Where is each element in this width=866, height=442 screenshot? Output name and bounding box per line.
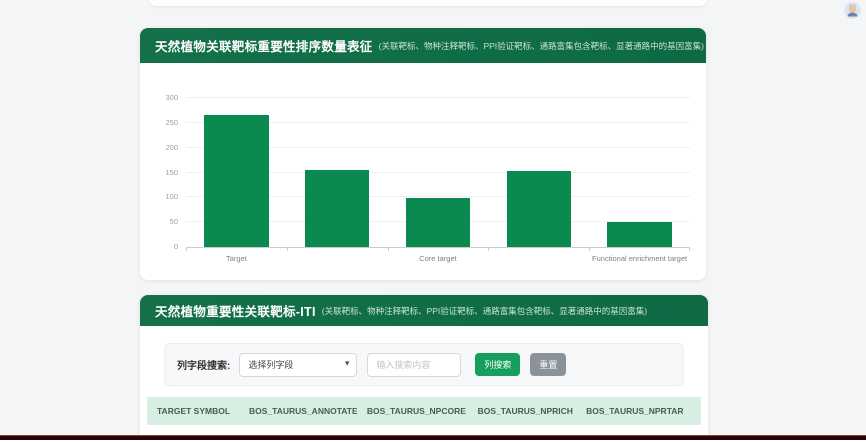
page: 天然植物关联靶标重要性排序数量表征 (关联靶标、物种注释靶标、PPI验证靶标、通… [0,0,866,442]
user-avatar[interactable] [845,3,860,18]
column-field-select-value: 选择列字段 [248,358,293,371]
chart-bar [607,222,672,247]
column-header: BOS_TAURUS_ANNOTATE [239,397,357,425]
y-axis-tick-label: 150 [152,168,178,177]
y-axis-tick-label: 0 [152,242,178,251]
x-axis-tick [689,247,690,251]
x-axis-label: Functional enrichment target [589,254,690,263]
scrolled-card-edge [150,0,706,6]
chevron-down-icon: ▾ [345,358,350,369]
screen-edge-bar [0,435,866,440]
column-header: BOS_TAURUS_NPRICH [468,397,576,425]
column-header: BOS_TAURUS_NPCORE [357,397,468,425]
y-axis-tick-label: 200 [152,143,178,152]
chart-bar [204,115,269,247]
column-header: TARGET SYMBOL [147,397,239,425]
bar-chart-plot: 050100150200250300TargetCore targetFunct… [186,98,690,248]
y-axis-tick-label: 300 [152,93,178,102]
chart-card-header: 天然植物关联靶标重要性排序数量表征 (关联靶标、物种注释靶标、PPI验证靶标、通… [140,28,706,63]
gridline [186,97,690,98]
x-axis-tick [287,247,288,251]
column-field-select[interactable]: 选择列字段 ▾ [239,353,357,377]
y-axis-tick-label: 250 [152,118,178,127]
avatar-face-icon [845,3,860,18]
reset-button[interactable]: 重置 [530,353,566,376]
y-axis-tick-label: 50 [152,217,178,226]
table-card: 天然植物重要性关联靶标-ITI (关联靶标、物种注释靶标、PPI验证靶标、通路富… [140,295,708,442]
y-axis-tick-label: 100 [152,192,178,201]
x-axis-tick [488,247,489,251]
chart-bar [305,170,370,247]
x-axis-label: Target [186,254,287,263]
chart-bar [406,198,471,247]
table-card-header: 天然植物重要性关联靶标-ITI (关联靶标、物种注释靶标、PPI验证靶标、通路富… [140,295,708,326]
column-search-panel: 列字段搜索: 选择列字段 ▾ 列搜索 重置 [164,343,684,386]
chart-card-subtitle: (关联靶标、物种注释靶标、PPI验证靶标、通路富集包含靶标、显著通路中的基因富集… [379,40,704,52]
x-axis-tick [186,247,187,251]
chart-card: 天然植物关联靶标重要性排序数量表征 (关联靶标、物种注释靶标、PPI验证靶标、通… [140,28,706,280]
x-axis-tick [589,247,590,251]
results-table-header-row: TARGET SYMBOLBOS_TAURUS_ANNOTATEBOS_TAUR… [147,397,701,425]
search-input[interactable] [367,353,461,377]
column-search-label: 列字段搜索: [177,357,230,372]
x-axis-tick [388,247,389,251]
table-card-title: 天然植物重要性关联靶标-ITI [155,301,316,320]
table-card-subtitle: (关联靶标、物种注释靶标、PPI验证靶标、通路富集包含靶标、显著通路中的基因富集… [322,305,647,317]
x-axis-label: Core target [388,254,489,263]
column-header: BOS_TAURUS_NPRTAR [576,397,701,425]
chart-bar [507,171,572,247]
chart-card-title: 天然植物关联靶标重要性排序数量表征 [155,36,373,55]
column-search-button[interactable]: 列搜索 [475,353,520,376]
